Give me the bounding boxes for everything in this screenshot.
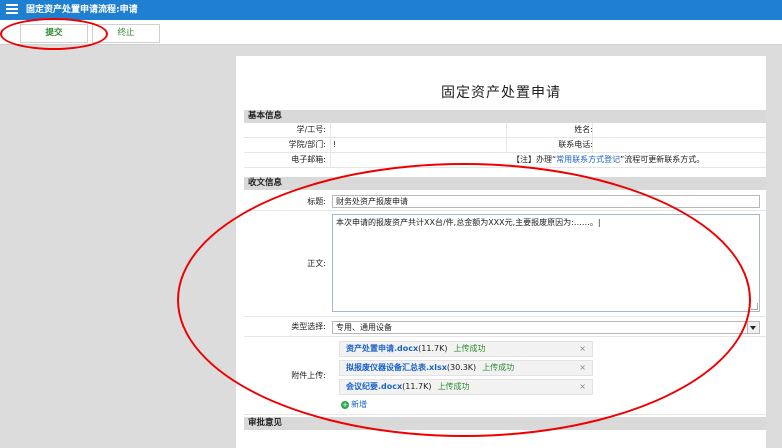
attachment-name[interactable]: 拟报废仪器设备汇总表.xlsx: [346, 363, 447, 372]
upload-status: 上传成功: [453, 344, 486, 353]
row-id-name: 学/工号: 姓名:: [244, 123, 766, 138]
email-label: 电子邮箱:: [291, 155, 326, 164]
email-field[interactable]: [330, 153, 507, 167]
body-label: 正文:: [307, 259, 326, 268]
chevron-down-icon[interactable]: [747, 322, 759, 333]
attachment-size: (30.3K): [446, 363, 477, 372]
id-label: 学/工号:: [296, 125, 326, 134]
page-title: 固定资产处置申请流程:申请: [26, 5, 138, 15]
form-sheet: 固定资产处置申请 基本信息 学/工号: 姓名: 学院/部门: ! 联系电话: 电…: [236, 56, 766, 448]
attachment-item[interactable]: 会议纪要.docx(11.7K) 上传成功 ×: [339, 379, 593, 395]
section-approval: 审批意见: [244, 417, 766, 430]
row-subject: 标题: 财务处资产报废申请: [244, 192, 766, 211]
section-receive-info: 收文信息: [244, 177, 766, 190]
attachment-name[interactable]: 会议纪要.docx: [346, 382, 402, 391]
remove-attachment-icon[interactable]: ×: [579, 342, 586, 356]
upload-status: 上传成功: [437, 382, 470, 391]
menu-icon[interactable]: [6, 4, 18, 15]
add-icon: +: [341, 401, 349, 409]
row-email: 电子邮箱: 【注】办理“常用联系方式登记”流程可更新联系方式。: [244, 153, 766, 168]
row-type: 类型选择: 专用、通用设备: [244, 318, 766, 337]
id-field[interactable]: [330, 123, 507, 137]
row-attachments: 附件上传: 资产处置申请.docx(11.7K) 上传成功 × 拟报废仪器设备汇总…: [244, 337, 766, 415]
upload-status: 上传成功: [482, 363, 515, 372]
form-title: 固定资产处置申请: [441, 85, 561, 101]
attachment-item[interactable]: 资产处置申请.docx(11.7K) 上传成功 ×: [339, 341, 593, 357]
body-textarea[interactable]: 本次申请的报废资产共计XX台/件,总金额为XXX元,主要报废原因为:……。|: [332, 214, 760, 312]
attachment-size: (11.7K): [418, 344, 448, 353]
phone-label: 联系电话:: [558, 140, 593, 149]
attachment-name[interactable]: 资产处置申请.docx: [346, 344, 418, 353]
attachment-item[interactable]: 拟报废仪器设备汇总表.xlsx(30.3K) 上传成功 ×: [339, 360, 593, 376]
name-field[interactable]: [592, 123, 767, 137]
row-dept-phone: 学院/部门: ! 联系电话:: [244, 138, 766, 153]
attachment-size: (11.7K): [402, 382, 432, 391]
dept-field[interactable]: !: [330, 138, 507, 152]
resize-grip-icon[interactable]: [751, 303, 758, 310]
dept-label: 学院/部门:: [288, 140, 326, 149]
type-label: 类型选择:: [291, 322, 326, 331]
section-basic-info: 基本信息: [244, 110, 766, 123]
subject-input[interactable]: 财务处资产报废申请: [332, 195, 760, 208]
subject-label: 标题:: [307, 197, 326, 206]
type-select[interactable]: 专用、通用设备: [332, 321, 760, 334]
phone-field[interactable]: [592, 138, 767, 152]
toolbar: 提交 终止: [0, 20, 782, 45]
stop-button[interactable]: 终止: [92, 24, 160, 43]
attach-label: 附件上传:: [291, 371, 326, 380]
row-body: 正文: 本次申请的报废资产共计XX台/件,总金额为XXX元,主要报废原因为:………: [244, 212, 766, 317]
remove-attachment-icon[interactable]: ×: [579, 361, 586, 375]
top-bar: 固定资产处置申请流程:申请: [0, 0, 782, 20]
remove-attachment-icon[interactable]: ×: [579, 380, 586, 394]
contact-registration-link[interactable]: 常用联系方式登记: [556, 155, 620, 164]
contact-note: 【注】办理“常用联系方式登记”流程可更新联系方式。: [512, 155, 705, 164]
submit-button[interactable]: 提交: [20, 24, 88, 43]
name-label: 姓名:: [574, 125, 593, 134]
add-attachment-button[interactable]: + 新增: [341, 399, 367, 411]
